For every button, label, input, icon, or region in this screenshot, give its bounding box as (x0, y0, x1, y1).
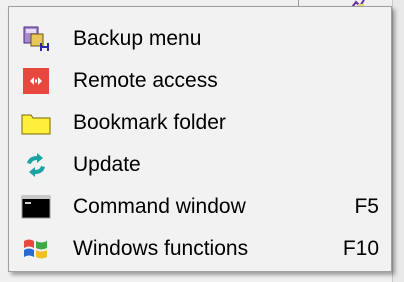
update-icon (21, 150, 51, 180)
menu-item-shortcut: F5 (354, 195, 379, 218)
menu-item-update[interactable]: Update (11, 144, 389, 186)
menu-item-label: Command window (73, 195, 246, 218)
remote-access-icon (21, 66, 51, 96)
menu-item-command-window[interactable]: Command window F5 (11, 186, 389, 228)
menu-item-label: Windows functions (73, 237, 249, 260)
menu-item-shortcut: F10 (342, 237, 379, 260)
menu-item-label: Bookmark folder (73, 111, 226, 134)
menu-item-remote-access[interactable]: Remote access (11, 60, 389, 102)
menu-item-windows-functions[interactable]: Windows functions F10 (11, 228, 389, 270)
backup-icon (21, 24, 51, 54)
windows-logo-icon (21, 234, 51, 264)
folder-icon (21, 108, 51, 138)
menu-item-backup[interactable]: Backup menu (11, 18, 389, 60)
context-menu: Backup menu Remote access Bookmark folde… (8, 6, 392, 272)
command-window-icon (21, 192, 51, 222)
menu-item-label: Backup menu (73, 27, 202, 50)
background-window-edge (392, 0, 404, 282)
menu-item-label: Update (73, 153, 141, 176)
menu-item-label: Remote access (73, 69, 218, 92)
menu-item-bookmark-folder[interactable]: Bookmark folder (11, 102, 389, 144)
